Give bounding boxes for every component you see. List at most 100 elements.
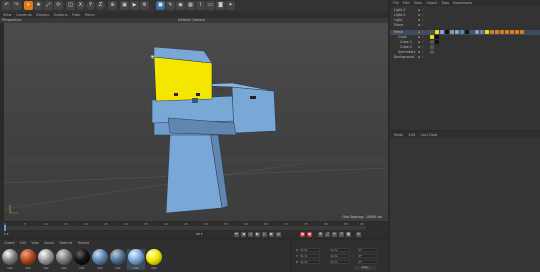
material-swatch[interactable]: Mat — [109, 249, 127, 270]
light-icon[interactable]: ✦ — [226, 1, 235, 10]
pen-icon[interactable]: ✎ — [166, 1, 175, 10]
object-flags[interactable]: ▪ ✓ — [418, 30, 424, 35]
object-row[interactable]: Light ▪ ✓ — [390, 18, 540, 23]
scale-icon[interactable]: ⤢ — [44, 1, 53, 10]
size-z-field[interactable]: 0 cm — [330, 260, 350, 264]
om-menu-bookmarks[interactable]: Bookmarks — [453, 0, 472, 6]
go-start-icon[interactable]: ⏮ — [234, 232, 239, 237]
object-row[interactable]: Light.1 ▪ ✓ — [390, 13, 540, 18]
material-swatch[interactable]: Mat — [19, 249, 37, 270]
om-menu-file[interactable]: File — [393, 0, 399, 6]
timeline-menu-icon[interactable]: ≡ — [356, 232, 361, 237]
object-row[interactable]: Plane ▪ ✓ — [390, 23, 540, 28]
prev-frame-icon[interactable]: ◁ — [248, 232, 253, 237]
object-row[interactable]: Cube ▪ ✓ — [390, 35, 540, 40]
mat-menu-material[interactable]: Material — [59, 241, 72, 246]
move-icon[interactable]: ✥ — [34, 1, 43, 10]
mat-menu-view[interactable]: View — [31, 241, 39, 246]
floor-icon[interactable]: ▭ — [206, 1, 215, 10]
material-tags[interactable] — [430, 30, 525, 35]
3d-viewport[interactable]: ✳ Grid Spacing : 10000 cm — [4, 23, 388, 221]
subdivision-icon[interactable]: ◉ — [176, 1, 185, 10]
next-key-icon[interactable]: ▶ — [269, 232, 274, 237]
om-menu-view[interactable]: View — [414, 0, 422, 6]
material-swatch[interactable]: Mat — [55, 249, 73, 270]
select-icon[interactable]: ➤ — [24, 1, 33, 10]
object-flags[interactable]: ▪ ✓ — [418, 55, 424, 60]
axis-x-icon[interactable]: X — [76, 1, 85, 10]
material-tags[interactable] — [430, 50, 435, 55]
cube-icon[interactable]: ◫ — [66, 1, 75, 10]
axis-z-icon[interactable]: Z — [96, 1, 105, 10]
mat-menu-select[interactable]: Select — [44, 241, 54, 246]
camera-icon[interactable]: ◙ — [216, 1, 225, 10]
array-icon[interactable]: ▦ — [186, 1, 195, 10]
object-flags[interactable]: ▪ ✓ — [418, 45, 424, 50]
render-settings-icon[interactable]: ⚙ — [140, 1, 149, 10]
object-flags[interactable]: ▪ ✓ — [418, 35, 424, 40]
key-rotate-icon[interactable]: ⟳ — [332, 232, 337, 237]
cube-primitive-icon[interactable]: ■ — [156, 1, 165, 10]
object-row[interactable]: Light.2 ▪ ✓ — [390, 8, 540, 13]
object-row[interactable]: Cube.2 ▪ ✓ — [390, 45, 540, 50]
play-icon[interactable]: ▶ — [255, 232, 260, 237]
object-flags[interactable]: ▪ ✓ — [418, 50, 424, 55]
material-tags[interactable] — [430, 40, 440, 45]
go-end-icon[interactable]: ⏭ — [276, 232, 281, 237]
om-menu-tags[interactable]: Tags — [441, 0, 449, 6]
size-y-field[interactable]: 0 cm — [330, 254, 350, 258]
om-menu-object[interactable]: Object — [426, 0, 437, 6]
object-row[interactable]: Cube.1 ▪ ✓ — [390, 40, 540, 45]
key-scale-icon[interactable]: ⤢ — [325, 232, 330, 237]
attr-menu-mode[interactable]: Mode — [394, 132, 403, 138]
position-y-field[interactable]: 0 cm — [300, 254, 320, 258]
prev-key-icon[interactable]: ◀ — [241, 232, 246, 237]
mat-menu-edit[interactable]: Edit — [20, 241, 26, 246]
material-swatch[interactable]: Mat — [37, 249, 55, 270]
material-tags[interactable] — [430, 45, 435, 50]
start-frame-field[interactable]: 0 F — [4, 232, 9, 236]
position-z-field[interactable]: 0 cm — [300, 260, 320, 264]
object-flags[interactable]: ▪ ✓ — [418, 40, 424, 45]
key-param-icon[interactable]: P — [339, 232, 344, 237]
object-row[interactable]: Background ▪ ✓ — [390, 55, 540, 60]
material-swatch[interactable]: Mat — [91, 249, 109, 270]
deformer-icon[interactable]: ⌇ — [196, 1, 205, 10]
next-frame-icon[interactable]: ▷ — [262, 232, 267, 237]
timeline[interactable]: 0 5 10 15 20 25 30 35 40 45 50 55 60 65 … — [0, 222, 388, 238]
object-row-selected[interactable]: Mesh ▪ ✓ — [390, 30, 540, 35]
material-swatch-selected[interactable]: Mat — [127, 249, 145, 270]
key-pla-icon[interactable]: ▦ — [346, 232, 351, 237]
material-swatch[interactable]: Mat — [145, 249, 163, 270]
rotation-b-field[interactable]: 0° — [358, 260, 378, 264]
material-swatch[interactable]: Mat — [1, 249, 19, 270]
object-flags[interactable]: ▪ ✓ — [418, 13, 424, 18]
autokey-icon[interactable]: ● — [307, 232, 312, 237]
object-flags[interactable]: ▪ ✓ — [418, 8, 424, 13]
redo-icon[interactable]: ↷ — [12, 1, 21, 10]
undo-icon[interactable]: ↶ — [2, 1, 11, 10]
rotation-h-field[interactable]: 0° — [358, 248, 378, 252]
render-view-icon[interactable]: ▶ — [130, 1, 139, 10]
position-x-field[interactable]: 0 cm — [300, 248, 320, 252]
material-tags[interactable] — [430, 35, 440, 40]
size-x-field[interactable]: 0 cm — [330, 248, 350, 252]
attr-menu-userdata[interactable]: User Data — [420, 132, 437, 138]
attr-menu-edit[interactable]: Edit — [409, 132, 416, 138]
end-frame-field[interactable]: 90 F — [196, 232, 203, 236]
object-row[interactable]: Symmetry ▪ ✓ — [390, 50, 540, 55]
om-menu-edit[interactable]: Edit — [403, 0, 410, 6]
coords-icon[interactable]: ⊕ — [108, 1, 117, 10]
object-flags[interactable]: ▪ ✓ — [418, 23, 424, 28]
object-flags[interactable]: ▪ ✓ — [418, 18, 424, 23]
rotation-p-field[interactable]: 0° — [358, 254, 378, 258]
record-icon[interactable]: ● — [300, 232, 305, 237]
rotate-icon[interactable]: ⟳ — [54, 1, 63, 10]
material-swatch[interactable]: Mat — [73, 249, 91, 270]
mat-menu-create[interactable]: Create — [4, 241, 15, 246]
render-icon[interactable]: ▣ — [120, 1, 129, 10]
mat-menu-texture[interactable]: Texture — [78, 241, 90, 246]
timeline-ruler[interactable] — [4, 226, 366, 230]
axis-y-icon[interactable]: Y — [86, 1, 95, 10]
apply-button[interactable]: Apply — [354, 266, 376, 270]
